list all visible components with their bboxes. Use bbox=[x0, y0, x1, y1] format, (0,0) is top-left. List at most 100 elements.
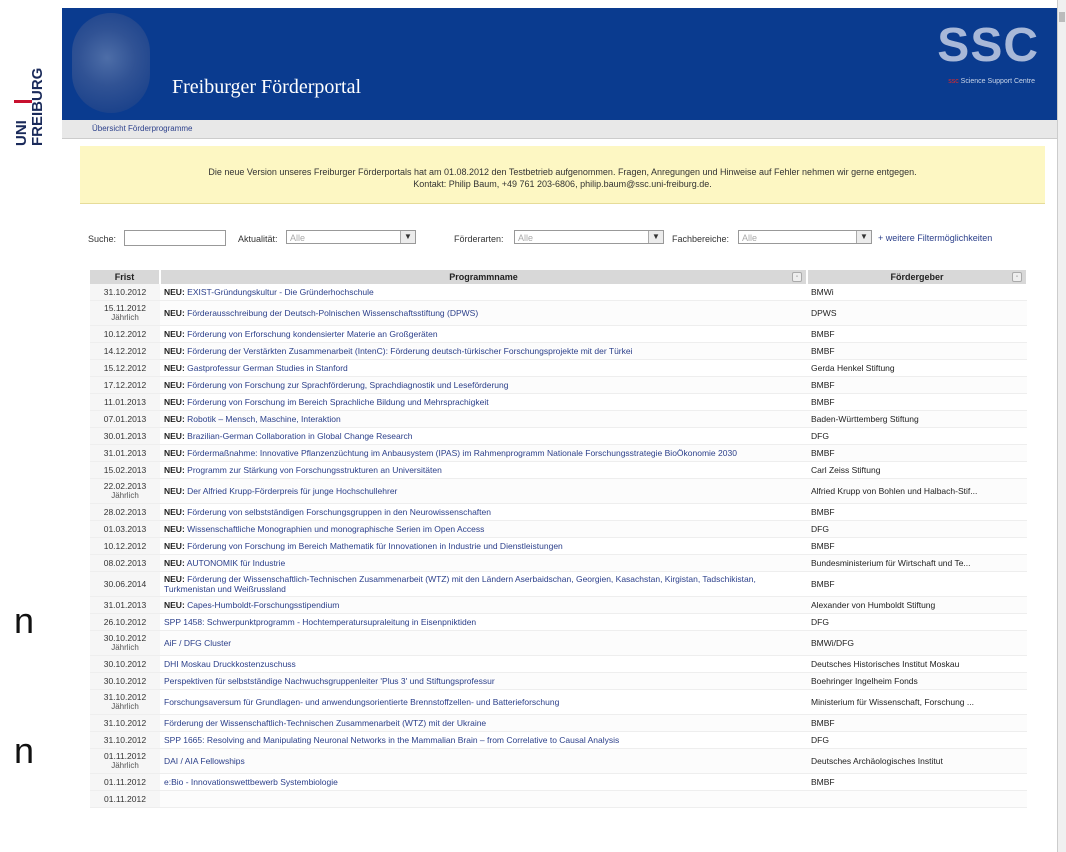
cell-programmname[interactable]: SPP 1458: Schwerpunktprogramm - Hochtemp… bbox=[160, 613, 807, 631]
fachbereiche-select[interactable]: Alle ▼ bbox=[738, 230, 872, 244]
cell-programmname[interactable]: AiF / DFG Cluster bbox=[160, 630, 807, 656]
scroll-thumb[interactable] bbox=[1059, 12, 1065, 22]
program-link[interactable]: AUTONOMIK für Industrie bbox=[187, 558, 286, 568]
cell-programmname[interactable]: NEU: Robotik – Mensch, Maschine, Interak… bbox=[160, 410, 807, 428]
aktualitaet-select[interactable]: Alle ▼ bbox=[286, 230, 416, 244]
program-link[interactable]: SPP 1665: Resolving and Manipulating Neu… bbox=[164, 735, 619, 745]
cell-programmname[interactable]: NEU: Gastprofessur German Studies in Sta… bbox=[160, 359, 807, 377]
cell-programmname[interactable]: DHI Moskau Druckkostenzuschuss bbox=[160, 655, 807, 673]
table-row[interactable]: 31.01.2013 NEU: Capes-Humboldt-Forschungs… bbox=[90, 596, 1027, 614]
column-header-programmname[interactable]: Programmname - bbox=[160, 270, 808, 284]
table-row[interactable]: 01.03.2013 NEU: Wissenschaftliche Monogra… bbox=[90, 520, 1027, 538]
column-header-frist[interactable]: Frist bbox=[90, 270, 161, 284]
cell-programmname[interactable] bbox=[160, 790, 807, 808]
cell-programmname[interactable]: e:Bio - Innovationswettbewerb Systembiol… bbox=[160, 773, 807, 791]
search-input[interactable] bbox=[124, 230, 226, 246]
cell-programmname[interactable]: Perspektiven für selbstständige Nachwuch… bbox=[160, 672, 807, 690]
program-link[interactable]: Förderung von selbstständigen Forschungs… bbox=[187, 507, 491, 517]
table-row[interactable]: 31.10.2012 Förderung der Wissenschaftlich… bbox=[90, 714, 1027, 732]
cell-programmname[interactable]: NEU: AUTONOMIK für Industrie bbox=[160, 554, 807, 572]
program-link[interactable]: Förderung der Wissenschaftlich-Technisch… bbox=[164, 718, 486, 728]
cell-programmname[interactable]: NEU: Fördermaßnahme: Innovative Pflanzen… bbox=[160, 444, 807, 462]
new-badge: NEU: bbox=[164, 397, 185, 407]
program-link[interactable]: Fördermaßnahme: Innovative Pflanzenzücht… bbox=[187, 448, 737, 458]
program-link[interactable]: e:Bio - Innovationswettbewerb Systembiol… bbox=[164, 777, 338, 787]
table-row[interactable]: 07.01.2013 NEU: Robotik – Mensch, Maschin… bbox=[90, 410, 1027, 428]
cell-programmname[interactable]: SPP 1665: Resolving and Manipulating Neu… bbox=[160, 731, 807, 749]
cell-programmname[interactable]: NEU: Brazilian-German Collaboration in G… bbox=[160, 427, 807, 445]
cell-programmname[interactable]: NEU: Förderung von Erforschung kondensie… bbox=[160, 325, 807, 343]
table-row[interactable]: 22.02.2013 Jährlich NEU: Der Alfried Krupp… bbox=[90, 478, 1027, 504]
table-row[interactable]: 08.02.2013 NEU: AUTONOMIK für Industrie Bu… bbox=[90, 554, 1027, 572]
table-row[interactable]: 30.10.2012 DHI Moskau Druckkostenzuschuss… bbox=[90, 655, 1027, 673]
program-link[interactable]: Förderung von Erforschung kondensierter … bbox=[187, 329, 437, 339]
breadcrumb-link-overview[interactable]: Übersicht Förderprogramme bbox=[92, 124, 192, 133]
cell-programmname[interactable]: NEU: Capes-Humboldt-Forschungsstipendium bbox=[160, 596, 807, 614]
cell-programmname[interactable]: Forschungsaversum für Grundlagen- und an… bbox=[160, 689, 807, 715]
table-row[interactable]: 30.10.2012 Perspektiven für selbstständig… bbox=[90, 672, 1027, 690]
cell-programmname[interactable]: NEU: Wissenschaftliche Monographien und … bbox=[160, 520, 807, 538]
program-link[interactable]: EXIST-Gründungskultur - Die Gründerhochs… bbox=[187, 287, 374, 297]
program-link[interactable]: Förderung von Forschung zur Sprachförder… bbox=[187, 380, 508, 390]
cell-programmname[interactable]: NEU: Förderung von selbstständigen Forsc… bbox=[160, 503, 807, 521]
table-row[interactable]: 15.11.2012 Jährlich NEU: Förderausschreibu… bbox=[90, 300, 1027, 326]
program-link[interactable]: Forschungsaversum für Grundlagen- und an… bbox=[164, 697, 559, 707]
program-link[interactable]: Der Alfried Krupp-Förderpreis für junge … bbox=[187, 486, 397, 496]
program-link[interactable]: SPP 1458: Schwerpunktprogramm - Hochtemp… bbox=[164, 617, 476, 627]
program-link[interactable]: Förderausschreibung der Deutsch-Polnisch… bbox=[187, 308, 478, 318]
program-link[interactable]: Förderung der Verstärkten Zusammenarbeit… bbox=[187, 346, 632, 356]
table-row[interactable]: 15.02.2013 NEU: Programm zur Stärkung von… bbox=[90, 461, 1027, 479]
cell-programmname[interactable]: NEU: Förderung von Forschung im Bereich … bbox=[160, 393, 807, 411]
table-row[interactable]: 01.11.2012 Jährlich DAI / AIA Fellowships D… bbox=[90, 748, 1027, 774]
table-row[interactable]: 11.01.2013 NEU: Förderung von Forschung i… bbox=[90, 393, 1027, 411]
chevron-down-icon: ▼ bbox=[648, 231, 663, 243]
program-link[interactable]: Förderung von Forschung im Bereich Sprac… bbox=[187, 397, 488, 407]
cell-programmname[interactable]: NEU: EXIST-Gründungskultur - Die Gründer… bbox=[160, 284, 807, 301]
table-row[interactable]: 31.01.2013 NEU: Fördermaßnahme: Innovativ… bbox=[90, 444, 1027, 462]
cell-programmname[interactable]: NEU: Förderung von Forschung im Bereich … bbox=[160, 537, 807, 555]
program-link[interactable]: DAI / AIA Fellowships bbox=[164, 756, 245, 766]
table-row[interactable]: 31.10.2012 NEU: EXIST-Gründungskultur - D… bbox=[90, 284, 1027, 301]
left-slide-strip: UNI FREIBURG n n bbox=[0, 0, 60, 852]
table-row[interactable]: 31.10.2012 Jährlich Forschungsaversum für … bbox=[90, 689, 1027, 715]
foerderarten-select[interactable]: Alle ▼ bbox=[514, 230, 664, 244]
cell-programmname[interactable]: NEU: Programm zur Stärkung von Forschung… bbox=[160, 461, 807, 479]
program-link[interactable]: Förderung von Forschung im Bereich Mathe… bbox=[187, 541, 563, 551]
program-link[interactable]: Programm zur Stärkung von Forschungsstru… bbox=[187, 465, 442, 475]
program-link[interactable]: Brazilian-German Collaboration in Global… bbox=[187, 431, 412, 441]
table-row[interactable]: 10.12.2012 NEU: Förderung von Erforschung… bbox=[90, 325, 1027, 343]
table-row[interactable]: 30.01.2013 NEU: Brazilian-German Collabor… bbox=[90, 427, 1027, 445]
table-row[interactable]: 01.11.2012 bbox=[90, 790, 1027, 808]
column-header-foerdergeber[interactable]: Fördergeber - bbox=[807, 270, 1028, 284]
cell-programmname[interactable]: NEU: Förderausschreibung der Deutsch-Pol… bbox=[160, 300, 807, 326]
cell-programmname[interactable]: NEU: Der Alfried Krupp-Förderpreis für j… bbox=[160, 478, 807, 504]
collapse-icon[interactable]: - bbox=[792, 272, 802, 282]
program-link[interactable]: AiF / DFG Cluster bbox=[164, 638, 231, 648]
program-link[interactable]: Perspektiven für selbstständige Nachwuch… bbox=[164, 676, 495, 686]
table-row[interactable]: 15.12.2012 NEU: Gastprofessur German Stud… bbox=[90, 359, 1027, 377]
program-link[interactable]: DHI Moskau Druckkostenzuschuss bbox=[164, 659, 296, 669]
program-link[interactable]: Capes-Humboldt-Forschungsstipendium bbox=[187, 600, 339, 610]
table-row[interactable]: 30.10.2012 Jährlich AiF / DFG Cluster BMWi/… bbox=[90, 630, 1027, 656]
table-row[interactable]: 31.10.2012 SPP 1665: Resolving and Manipu… bbox=[90, 731, 1027, 749]
program-link[interactable]: Gastprofessur German Studies in Stanford bbox=[187, 363, 348, 373]
program-link[interactable]: Wissenschaftliche Monographien und monog… bbox=[187, 524, 484, 534]
table-row[interactable]: 28.02.2013 NEU: Förderung von selbstständ… bbox=[90, 503, 1027, 521]
cell-programmname[interactable]: NEU: Förderung der Verstärkten Zusammena… bbox=[160, 342, 807, 360]
program-link[interactable]: Förderung der Wissenschaftlich-Technisch… bbox=[164, 574, 756, 594]
cell-programmname[interactable]: Förderung der Wissenschaftlich-Technisch… bbox=[160, 714, 807, 732]
cell-programmname[interactable]: NEU: Förderung von Forschung zur Sprachf… bbox=[160, 376, 807, 394]
table-row[interactable]: 10.12.2012 NEU: Förderung von Forschung i… bbox=[90, 537, 1027, 555]
table-row[interactable]: 01.11.2012 e:Bio - Innovationswettbewerb … bbox=[90, 773, 1027, 791]
cell-programmname[interactable]: DAI / AIA Fellowships bbox=[160, 748, 807, 774]
table-row[interactable]: 30.06.2014 NEU: Förderung der Wissenschaf… bbox=[90, 571, 1027, 597]
table-row[interactable]: 26.10.2012 SPP 1458: Schwerpunktprogramm … bbox=[90, 613, 1027, 631]
breadcrumb: Übersicht Förderprogramme bbox=[62, 120, 1059, 139]
program-link[interactable]: Robotik – Mensch, Maschine, Interaktion bbox=[187, 414, 341, 424]
table-row[interactable]: 17.12.2012 NEU: Förderung von Forschung z… bbox=[90, 376, 1027, 394]
table-row[interactable]: 14.12.2012 NEU: Förderung der Verstärkten… bbox=[90, 342, 1027, 360]
scrollbar[interactable] bbox=[1057, 0, 1066, 852]
collapse-icon[interactable]: - bbox=[1012, 272, 1022, 282]
more-filters-link[interactable]: + weitere Filtermöglichkeiten bbox=[878, 233, 992, 243]
cell-programmname[interactable]: NEU: Förderung der Wissenschaftlich-Tech… bbox=[160, 571, 807, 597]
